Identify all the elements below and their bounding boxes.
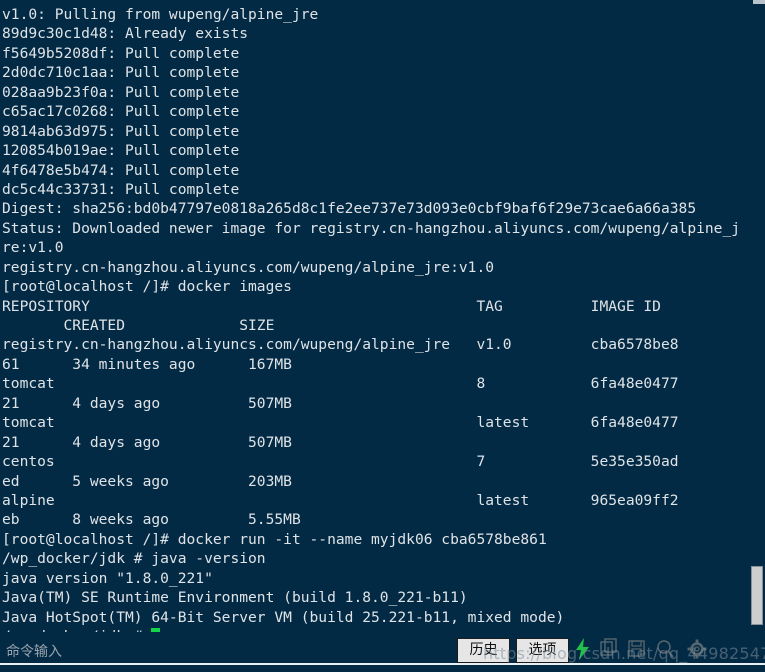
terminal-line: 4f6478e5b474: Pull complete <box>2 161 240 179</box>
terminal-scrollbar-track[interactable] <box>749 0 765 632</box>
terminal-line: Java(TM) SE Runtime Environment (build 1… <box>2 589 468 607</box>
terminal-line: [root@localhost /]# docker images <box>2 278 292 296</box>
terminal-line: ed 5 weeks ago 203MB <box>2 472 292 490</box>
terminal-line: v1.0: Pulling from wupeng/alpine_jre <box>2 6 319 23</box>
terminal-line: tomcat 8 6fa48e0477 <box>2 375 679 393</box>
terminal-line: CREATED SIZE <box>2 317 275 334</box>
terminal-line: /wp_docker/jdk # java -version <box>2 550 266 568</box>
terminal-app-window: v1.0: Pulling from wupeng/alpine_jre 89d9… <box>0 0 765 672</box>
copy-icon[interactable] <box>598 637 620 661</box>
history-button[interactable]: 历史 <box>457 638 510 663</box>
terminal-line: REPOSITORY TAG IMAGE ID <box>2 297 661 315</box>
search-icon[interactable] <box>654 637 676 661</box>
terminal-output-pane[interactable]: v1.0: Pulling from wupeng/alpine_jre 89d9… <box>0 0 765 632</box>
bottom-dots: ...... <box>355 666 407 672</box>
terminal-line: re:v1.0 <box>2 239 64 257</box>
terminal-line: 9814ab63d975: Pull complete <box>2 122 240 140</box>
terminal-line: dc5c44c33731: Pull complete <box>2 180 240 198</box>
terminal-line: 61 34 minutes ago 167MB <box>2 355 292 373</box>
terminal-line: centos 7 5e35e350ad <box>2 453 679 471</box>
terminal-scrollbar-thumb[interactable] <box>751 566 763 625</box>
save-icon[interactable] <box>626 637 648 661</box>
command-input[interactable] <box>4 640 448 664</box>
terminal-line: 21 4 days ago 507MB <box>2 394 292 412</box>
terminal-line: alpine latest 965ea09ff2 <box>2 491 679 509</box>
terminal-line: f5649b5208df: Pull complete <box>2 44 240 62</box>
terminal-line: tomcat latest 6fa48e0477 <box>2 414 679 432</box>
terminal-line: 2d0dc710c1aa: Pull complete <box>2 64 240 82</box>
terminal-line: Digest: sha256:bd0b47797e0818a265d8c1fe2… <box>2 200 697 218</box>
terminal-line: 89d9c30c1d48: Already exists <box>2 25 249 43</box>
lightning-bolt-icon[interactable] <box>572 637 594 661</box>
terminal-line: 028aa9b23f0a: Pull complete <box>2 83 240 101</box>
terminal-line: eb 8 weeks ago 5.55MB <box>2 511 301 529</box>
terminal-line-list: v1.0: Pulling from wupeng/alpine_jre 89d9… <box>2 5 747 632</box>
terminal-line: registry.cn-hangzhou.aliyuncs.com/wupeng… <box>2 258 495 276</box>
terminal-line: c65ac17c0268: Pull complete <box>2 103 240 121</box>
terminal-line: 120854b019ae: Pull complete <box>2 142 240 160</box>
terminal-line: Status: Downloaded newer image for regis… <box>2 219 741 237</box>
terminal-line: [root@localhost /]# docker run -it --nam… <box>2 530 547 548</box>
terminal-line: java version "1.8.0_221" <box>2 569 213 587</box>
terminal-line: 21 4 days ago 507MB <box>2 433 292 451</box>
gear-icon[interactable] <box>686 637 708 661</box>
scrollbar-top-nub <box>753 0 765 4</box>
terminal-line: registry.cn-hangzhou.aliyuncs.com/wupeng… <box>2 336 679 354</box>
options-button[interactable]: 选项 <box>516 638 569 663</box>
command-input-underline <box>0 663 765 665</box>
terminal-line: Java HotSpot(TM) 64-Bit Server VM (build… <box>2 608 565 626</box>
